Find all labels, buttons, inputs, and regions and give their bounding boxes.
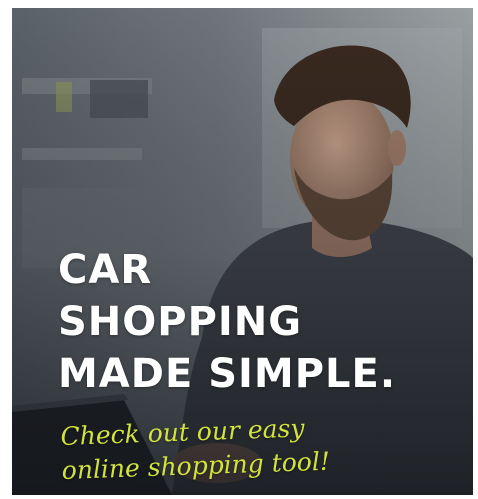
headline-line: CAR — [58, 247, 153, 293]
car-shopping-ad[interactable]: CAR SHOPPING MADE SIMPLE. Check out our … — [12, 8, 473, 495]
headline: CAR SHOPPING MADE SIMPLE. — [58, 244, 396, 400]
tagline: Check out our easy online shopping tool! — [60, 411, 330, 488]
headline-line: MADE SIMPLE. — [58, 351, 397, 397]
headline-line: SHOPPING — [58, 299, 303, 345]
